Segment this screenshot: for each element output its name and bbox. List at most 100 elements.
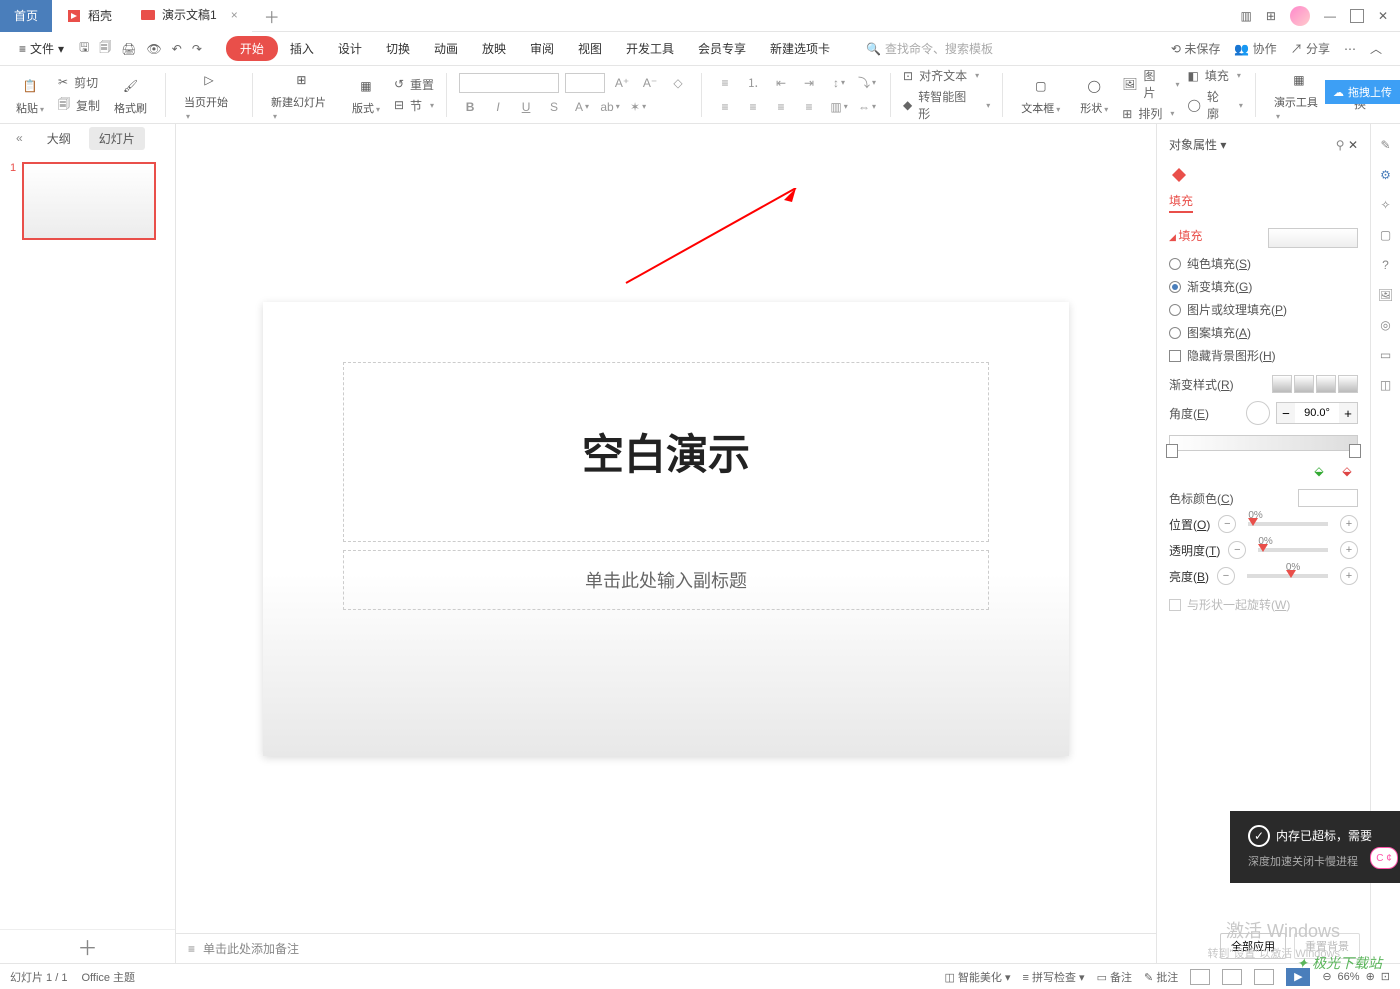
outline-tab[interactable]: 大纲: [37, 127, 81, 150]
highlight-color[interactable]: ab: [599, 97, 621, 117]
fill-tab[interactable]: 填充: [1169, 190, 1193, 213]
text-effects[interactable]: ✶: [627, 97, 649, 117]
align-left[interactable]: ≡: [714, 97, 736, 117]
fit-window[interactable]: ⊡: [1381, 970, 1390, 983]
beautify-button[interactable]: ◫ 智能美化 ▾: [944, 969, 1010, 985]
tool-style[interactable]: ✎: [1380, 138, 1390, 152]
text-direction[interactable]: ⤵: [856, 73, 878, 93]
present-tools[interactable]: ▦ 演示工具: [1268, 68, 1330, 122]
fill-button[interactable]: ◧ 填充: [1188, 67, 1243, 84]
strike-button[interactable]: S: [543, 97, 565, 117]
tool-settings[interactable]: ⚙: [1380, 168, 1391, 182]
remove-stop[interactable]: ⬙: [1336, 461, 1358, 481]
add-stop[interactable]: ⬙: [1308, 461, 1330, 481]
close-panel[interactable]: ✕: [1348, 138, 1358, 152]
gradient-fill-radio[interactable]: 渐变填充(G): [1169, 275, 1358, 298]
apps-icon[interactable]: ⊞: [1266, 9, 1276, 23]
reset-button[interactable]: ↺ 重置: [394, 76, 434, 93]
title-placeholder[interactable]: 空白演示: [343, 362, 989, 542]
columns[interactable]: ▥: [828, 97, 850, 117]
opacity-dec[interactable]: −: [1228, 541, 1246, 559]
angle-dial[interactable]: [1246, 401, 1270, 425]
clear-format[interactable]: ◇: [667, 73, 689, 93]
menutab-insert[interactable]: 插入: [278, 34, 326, 63]
tool-cube[interactable]: ◫: [1380, 378, 1391, 392]
add-slide-button[interactable]: ＋: [0, 929, 175, 963]
menutab-view[interactable]: 视图: [566, 34, 614, 63]
collapse-ribbon[interactable]: ︿: [1370, 40, 1382, 57]
memory-notification[interactable]: ✓内存已超标，需要 深度加速关闭卡慢进程: [1230, 811, 1400, 883]
picture-fill-radio[interactable]: 图片或纹理填充(P): [1169, 298, 1358, 321]
new-slide[interactable]: ⊞ 新建幻灯片: [265, 68, 338, 122]
user-avatar[interactable]: [1290, 6, 1310, 26]
slide-canvas[interactable]: 空白演示 单击此处输入副标题: [263, 302, 1069, 756]
subtitle-placeholder[interactable]: 单击此处输入副标题: [343, 550, 989, 610]
tool-image[interactable]: 🖼: [1378, 288, 1393, 302]
distribute[interactable]: ⇔: [856, 97, 878, 117]
coop-button[interactable]: 👥 协作: [1234, 40, 1276, 57]
font-size-select[interactable]: [565, 73, 605, 93]
panel-layout-icon[interactable]: ▥: [1241, 9, 1252, 23]
menutab-review[interactable]: 审阅: [518, 34, 566, 63]
tool-panel[interactable]: ▢: [1380, 228, 1391, 242]
textbox-button[interactable]: ▢ 文本框: [1015, 74, 1066, 116]
tool-star[interactable]: ✧: [1380, 198, 1390, 212]
outline-button[interactable]: ◯ 轮廓: [1188, 88, 1243, 122]
layout-button[interactable]: ▦ 版式: [346, 74, 386, 116]
font-color[interactable]: A: [571, 97, 593, 117]
hide-bg-check[interactable]: 隐藏背景图形(H): [1169, 344, 1358, 367]
format-painter[interactable]: 🖌 格式刷: [108, 74, 153, 116]
increase-font[interactable]: A⁺: [611, 73, 633, 93]
slide-thumbnail[interactable]: 1: [10, 162, 165, 240]
indent-inc[interactable]: ⇥: [798, 73, 820, 93]
gradient-style-swatches[interactable]: [1272, 375, 1358, 393]
fill-preview-select[interactable]: [1268, 228, 1358, 248]
pin-icon[interactable]: ⚲: [1336, 138, 1345, 152]
numbering[interactable]: ⒈: [742, 73, 764, 93]
menutab-design[interactable]: 设计: [326, 34, 374, 63]
position-slider[interactable]: 0%: [1248, 522, 1328, 526]
brightness-slider[interactable]: 0%: [1247, 574, 1328, 578]
comments-toggle[interactable]: ✎ 批注: [1144, 969, 1178, 985]
stop-color-select[interactable]: [1298, 489, 1358, 507]
notes-toggle[interactable]: ▭ 备注: [1097, 969, 1132, 985]
solid-fill-radio[interactable]: 纯色填充(S): [1169, 252, 1358, 275]
notes-input[interactable]: 单击此处添加备注: [203, 940, 299, 957]
gradient-bar[interactable]: [1169, 435, 1358, 451]
cloud-upload-badge[interactable]: ☁ 拖拽上传: [1325, 80, 1400, 104]
reading-view[interactable]: [1254, 969, 1274, 985]
angle-spinner[interactable]: −+: [1276, 402, 1358, 424]
position-inc[interactable]: +: [1340, 515, 1358, 533]
menutab-slideshow[interactable]: 放映: [470, 34, 518, 63]
print-preview-icon[interactable]: 👁: [147, 42, 162, 56]
maximize-button[interactable]: [1350, 9, 1364, 23]
brightness-inc[interactable]: +: [1340, 567, 1358, 585]
new-tab-button[interactable]: ＋: [264, 4, 280, 28]
spellcheck-button[interactable]: ≡ 拼写检查 ▾: [1023, 969, 1085, 985]
align-justify[interactable]: ≡: [798, 97, 820, 117]
close-window-button[interactable]: ✕: [1378, 9, 1388, 23]
indent-dec[interactable]: ⇤: [770, 73, 792, 93]
menutab-start[interactable]: 开始: [226, 36, 278, 61]
menutab-newtab[interactable]: 新建选项卡: [758, 34, 842, 63]
minimize-button[interactable]: —: [1324, 9, 1336, 23]
position-dec[interactable]: −: [1218, 515, 1236, 533]
save-icon[interactable]: 🖫: [79, 38, 89, 59]
command-search[interactable]: 🔍 查找命令、搜索模板: [866, 40, 993, 57]
bullets[interactable]: ≡: [714, 73, 736, 93]
font-select[interactable]: [459, 73, 559, 93]
file-menu[interactable]: ≡ 文件 ▾: [10, 36, 73, 61]
align-right[interactable]: ≡: [770, 97, 792, 117]
play-from-current[interactable]: ▷ 当页开始: [178, 68, 240, 122]
menutab-devtools[interactable]: 开发工具: [614, 34, 686, 63]
tool-target[interactable]: ◎: [1380, 318, 1390, 332]
opacity-inc[interactable]: +: [1340, 541, 1358, 559]
tab-document[interactable]: 演示文稿1 ×: [126, 0, 252, 32]
paste-group[interactable]: 📋 粘贴: [10, 74, 50, 116]
undo-icon[interactable]: ↶: [172, 42, 182, 56]
redo-icon[interactable]: ↷: [192, 42, 202, 56]
opacity-slider[interactable]: 0%: [1258, 548, 1328, 552]
arrange-button[interactable]: ⊞ 排列: [1122, 105, 1179, 122]
save-as-icon[interactable]: 🗐: [99, 38, 111, 59]
menutab-animation[interactable]: 动画: [422, 34, 470, 63]
